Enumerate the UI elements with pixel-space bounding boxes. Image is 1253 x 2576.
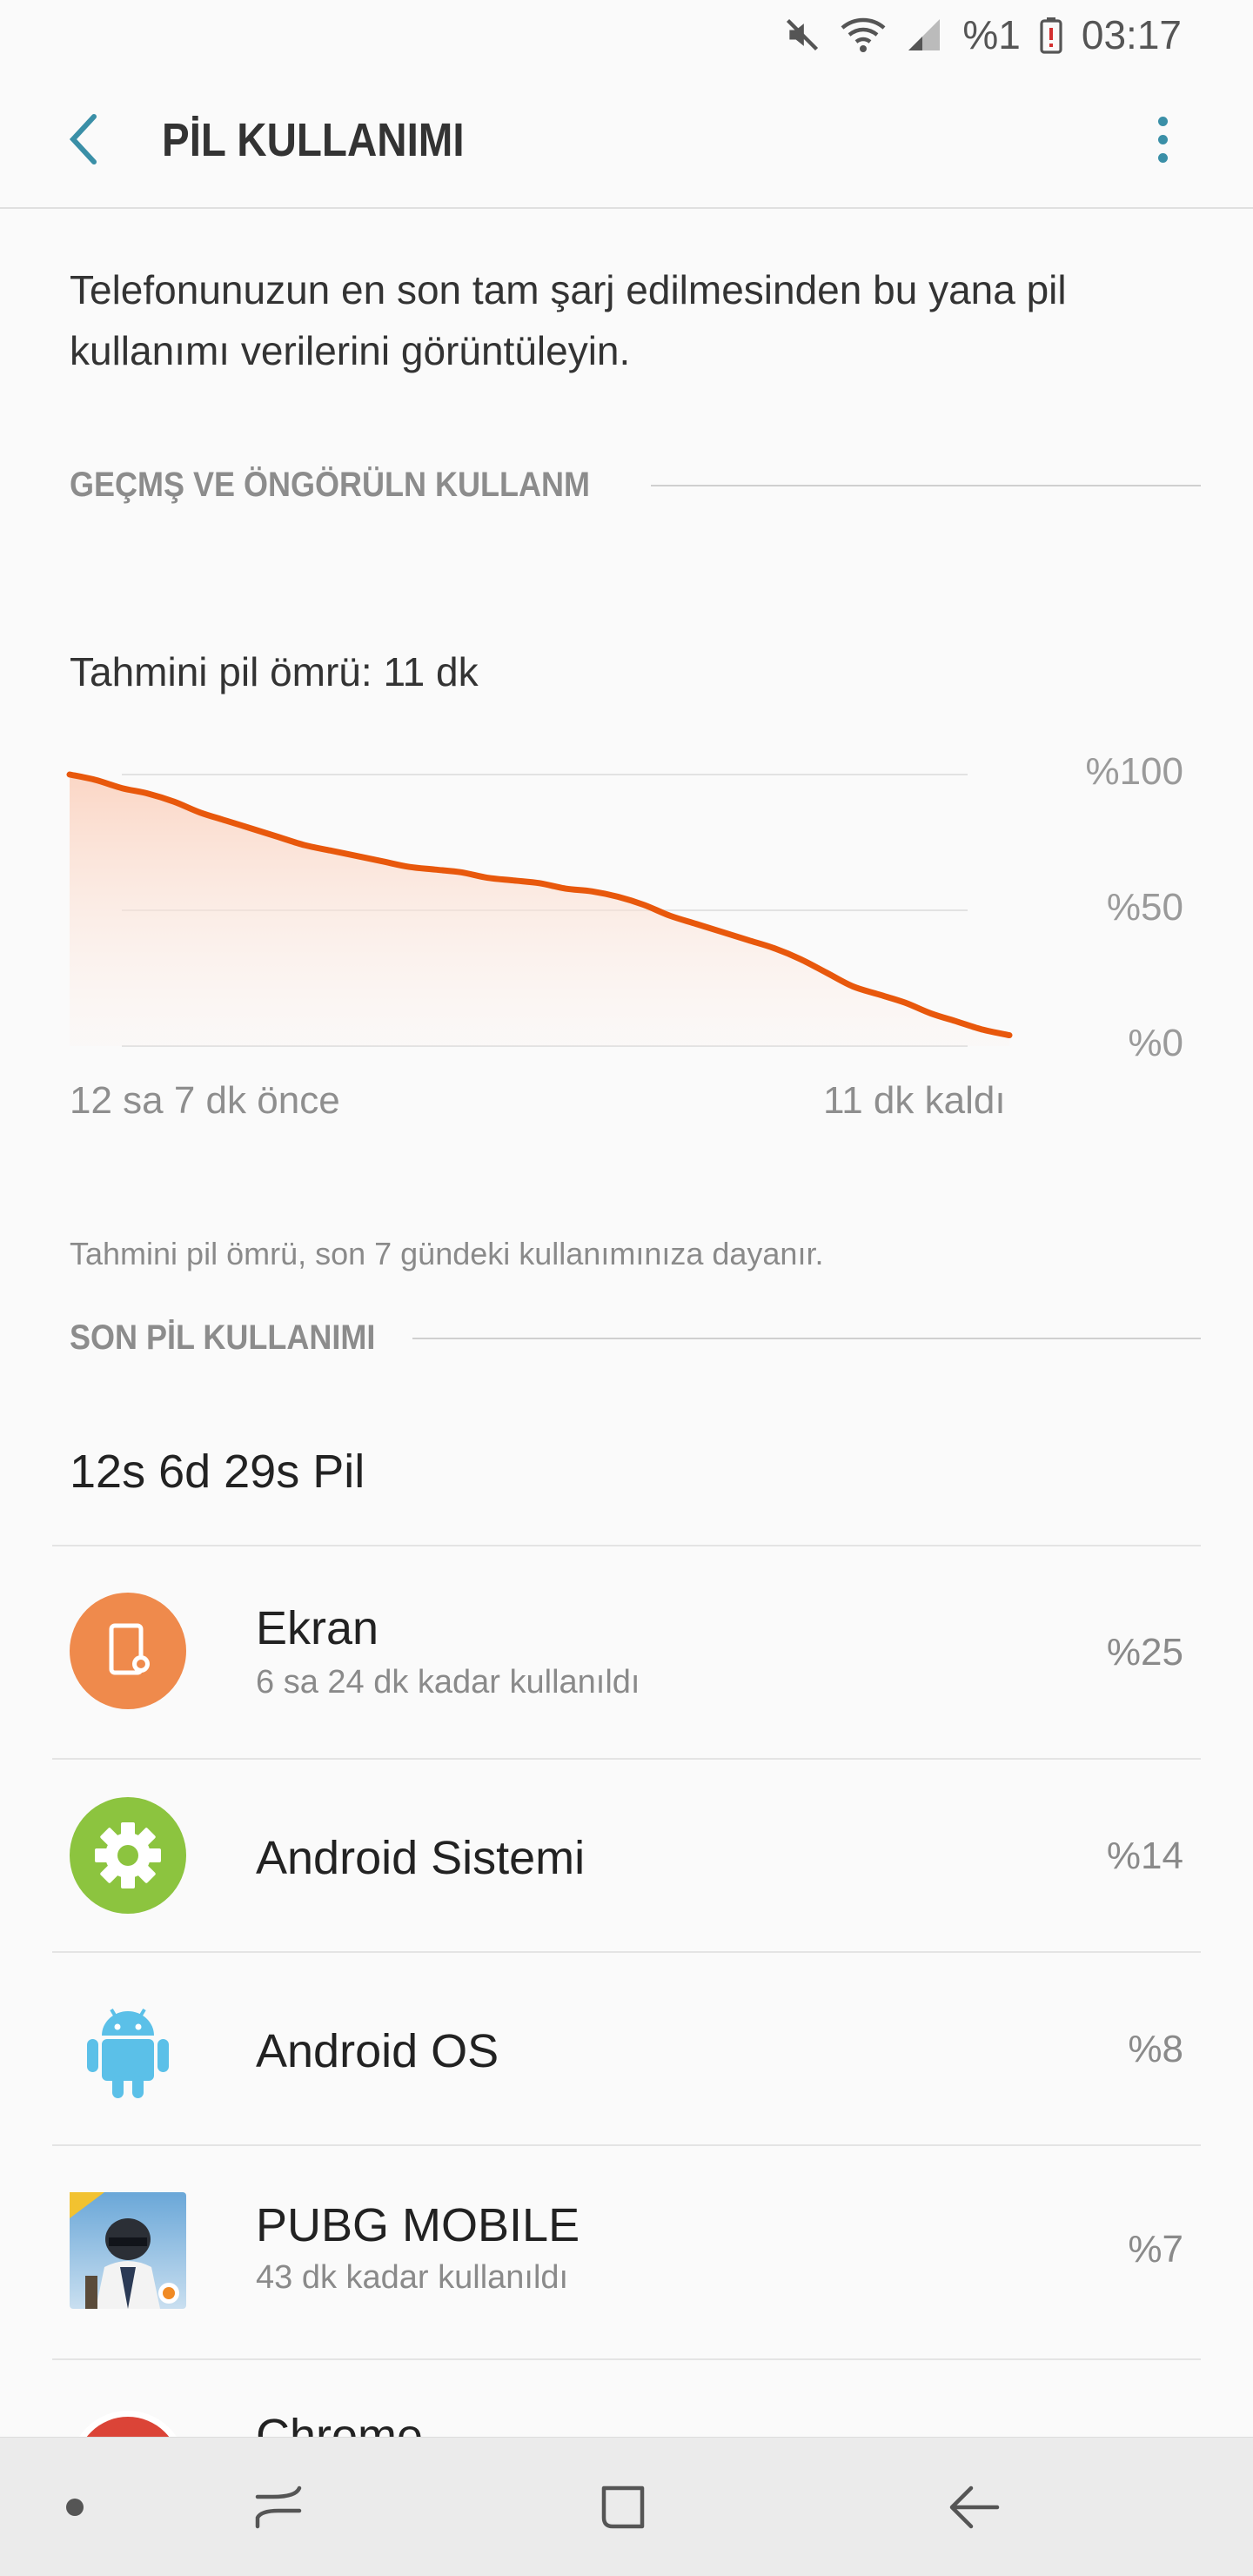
y-tick-50: %50 — [1106, 886, 1183, 929]
battery-percent: %1 — [962, 12, 1021, 57]
page-title: PİL KULLANIMI — [162, 114, 465, 166]
recent-section-header: SON PİL KULLANIMI — [70, 1318, 1201, 1358]
usage-item-android-sistemi[interactable]: Android Sistemi %14 — [0, 1760, 1253, 1951]
back-arrow-icon[interactable] — [931, 2438, 1018, 2576]
y-tick-100: %100 — [1085, 750, 1183, 793]
y-tick-0: %0 — [1128, 1022, 1183, 1064]
chevron-left-icon — [69, 114, 97, 164]
mute-icon — [783, 16, 821, 54]
home-icon[interactable] — [580, 2438, 667, 2576]
app-bar: PİL KULLANIMI — [0, 70, 1253, 209]
clock: 03:17 — [1081, 12, 1182, 57]
usage-item-chrome[interactable]: Chrome — [0, 2360, 1253, 2437]
screen-brightness-icon — [70, 1593, 186, 1709]
back-button[interactable] — [52, 108, 115, 171]
usage-summary: 12s 6d 29s Pil — [70, 1446, 365, 1498]
wifi-icon — [841, 16, 886, 54]
usage-item-android-os[interactable]: Android OS %8 — [0, 1953, 1253, 2144]
estimated-battery-life: Tahmini pil ömrü: 11 dk — [70, 649, 479, 694]
chrome-icon — [70, 2411, 186, 2437]
android-robot-icon — [70, 1990, 186, 2107]
divider — [52, 1545, 1201, 1546]
navigation-bar — [0, 2437, 1253, 2576]
history-section-header: GEÇMŞ VE ÖNGÖRÜLN KULLANM — [70, 466, 1201, 505]
divider — [651, 484, 1201, 486]
intro-text: Telefonunuzun en son tam şarj edilmesind… — [70, 267, 1067, 373]
usage-item-ekran[interactable]: Ekran 6 sa 24 dk kadar kullanıldı %25 — [0, 1547, 1253, 1758]
recent-apps-icon[interactable] — [235, 2438, 322, 2576]
battery-low-icon — [1040, 16, 1062, 54]
x-end-label: 11 dk kaldı — [823, 1079, 1006, 1122]
signal-icon — [905, 16, 943, 54]
more-options-button[interactable] — [1136, 104, 1189, 174]
gear-icon — [70, 1797, 186, 1914]
divider — [412, 1337, 1201, 1339]
x-start-label: 12 sa 7 dk önce — [70, 1079, 340, 1122]
dot-icon[interactable] — [49, 2438, 101, 2576]
usage-item-pubg-mobile[interactable]: PUBG MOBILE 43 dk kadar kullanıldı %7 — [0, 2146, 1253, 2358]
pubg-app-icon — [70, 2192, 186, 2309]
more-vertical-icon — [1157, 116, 1168, 126]
estimate-footnote: Tahmini pil ömrü, son 7 gündeki kullanım… — [70, 1236, 824, 1271]
status-bar: %1 03:17 — [0, 0, 1253, 70]
